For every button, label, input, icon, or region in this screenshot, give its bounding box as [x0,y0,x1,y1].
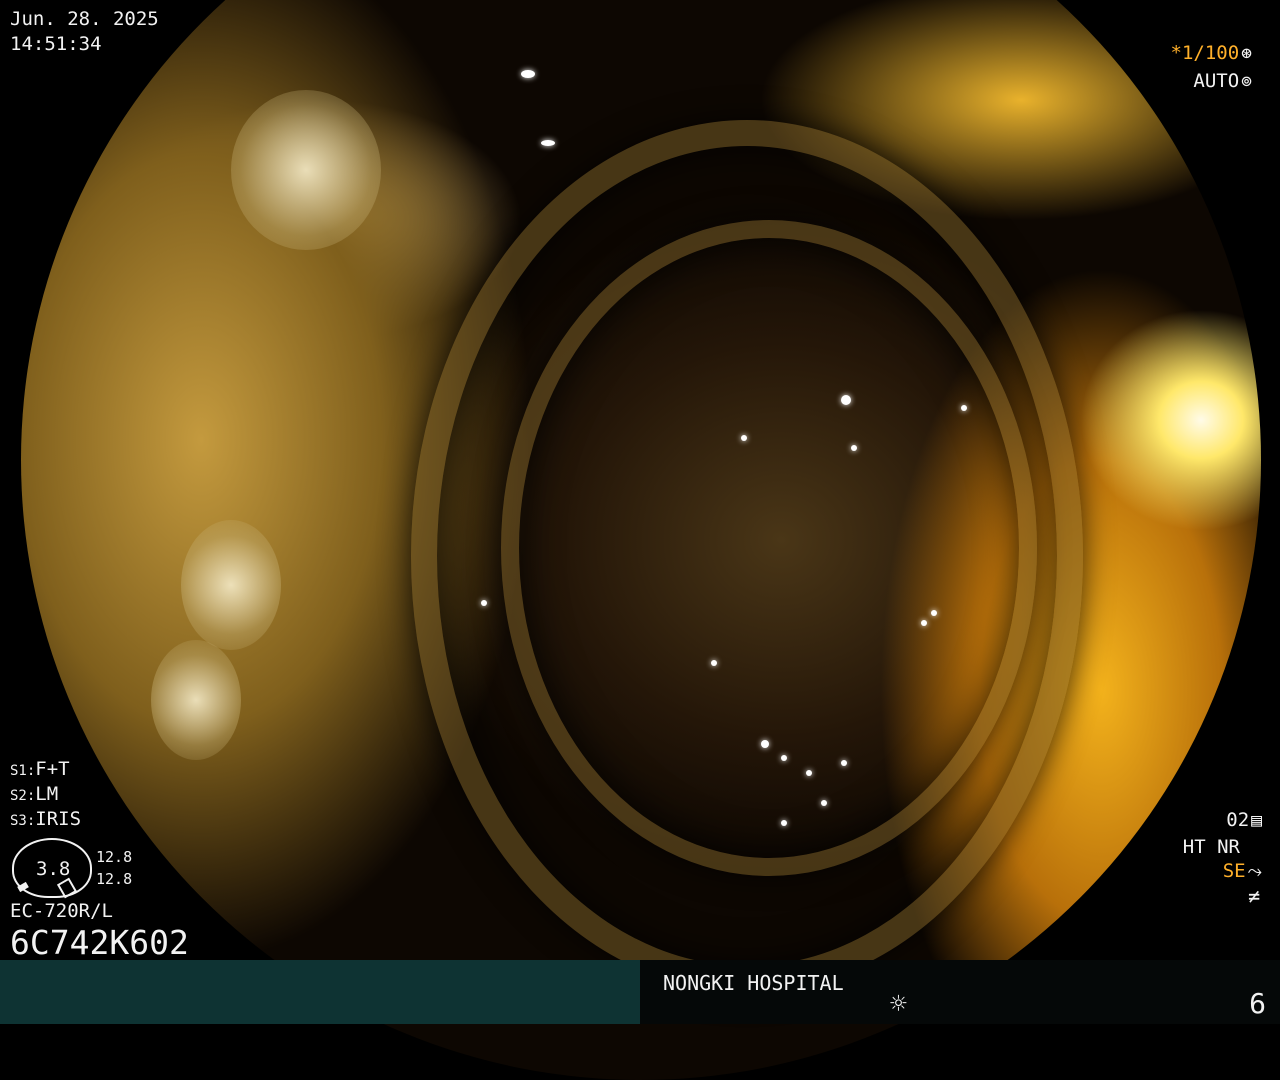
glint [921,620,927,626]
mucosal-fold [501,220,1037,876]
setting-s3: S3:IRIS [10,810,81,829]
auto-label: AUTO [1193,70,1240,92]
glint [781,755,787,761]
glint [806,770,812,776]
glint [761,740,769,748]
setting-s1: S1:F+T [10,760,70,779]
villi-cluster [231,90,381,250]
shutter-speed: *1/100 ⊛ [1171,44,1252,63]
s3-value: IRIS [35,808,82,830]
glint [521,70,535,78]
s2-key: S2: [10,788,36,804]
footer-left-panel [0,960,640,1024]
se-label: SE [1222,860,1246,882]
s3-key: S3: [10,813,36,829]
scope-tip-icon [17,881,29,893]
ht-nr-label: HT NR [1182,836,1240,858]
magnification-dial: 3.8 [12,838,92,899]
date-label: Jun. 28. 2025 [10,8,159,30]
o2-label: 02 [1226,809,1250,831]
glint [821,800,827,806]
villi-cluster [181,520,281,650]
aperture-icon: ⊛ [1241,43,1252,64]
sun-icon: ☼ [890,987,907,1020]
glint [841,395,851,405]
s2-value: LM [35,783,59,805]
curve-icon: ⤳ [1247,861,1262,882]
shutter-value: *1/100 [1170,42,1240,64]
enhancement-level: 02 ▤ [1226,811,1262,830]
hospital-name: NONGKI HOSPITAL [663,971,844,995]
glint [961,405,967,411]
se-mode: SE ⤳ [1223,862,1262,881]
dial-upper-value: 12.8 [96,848,133,866]
villi-cluster [151,640,241,760]
glint [741,435,747,441]
structure-enhancement-icon: ▤ [1251,810,1262,831]
iris-icon: ⊚ [1241,71,1252,92]
glint [781,820,787,826]
channel-icon [56,877,78,899]
glint [931,610,937,616]
glint [541,140,555,146]
glint [711,660,717,666]
dial-lower-value: 12.8 [96,870,133,888]
setting-s2: S2:LM [10,785,58,804]
glint [841,760,847,766]
exposure-mode: AUTO ⊚ [1193,72,1252,91]
not-equal-icon: ≠ [1247,884,1260,908]
scope-model: EC-720R/L [10,900,113,922]
s1-value: F+T [35,758,70,780]
s1-key: S1: [10,763,36,779]
time-label: 14:51:34 [10,33,102,55]
glint [481,600,487,606]
endoscope-image [21,0,1261,1080]
glint [851,445,857,451]
page-number: 6 [1249,987,1266,1020]
dial-value: 3.8 [36,858,71,880]
scope-serial: 6C742K602 [10,923,189,962]
